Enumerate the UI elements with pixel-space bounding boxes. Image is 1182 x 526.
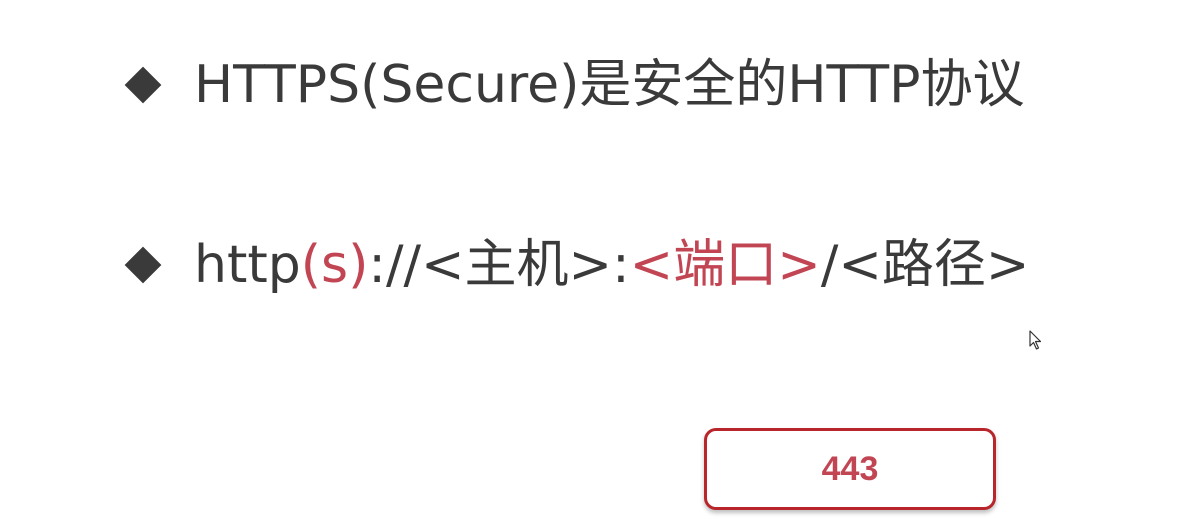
slide: HTTPS(Secure)是安全的HTTP协议 http(s)://<主机>:<… bbox=[0, 0, 1182, 526]
diamond-bullet-icon bbox=[124, 66, 162, 104]
port-answer-box: 443 bbox=[704, 428, 996, 510]
port-answer-value: 443 bbox=[821, 449, 879, 488]
bullet-line-url-format: http(s)://<主机>:<端口>/<路径> bbox=[120, 230, 1029, 300]
bullet-text: http(s)://<主机>:<端口>/<路径> bbox=[194, 239, 1029, 291]
diamond-bullet-icon bbox=[124, 246, 162, 284]
url-scheme-s-highlight: (s) bbox=[300, 235, 369, 295]
bullet-text-part: HTTPS(Secure)是安全的HTTP协议 bbox=[194, 55, 1025, 115]
url-port-highlight: <端口> bbox=[629, 235, 821, 295]
url-scheme: http bbox=[194, 235, 301, 295]
bullet-line-https-definition: HTTPS(Secure)是安全的HTTP协议 bbox=[120, 50, 1025, 120]
url-path: /<路径> bbox=[820, 235, 1030, 295]
url-host: ://<主机>: bbox=[368, 235, 630, 295]
bullet-text: HTTPS(Secure)是安全的HTTP协议 bbox=[194, 59, 1025, 111]
mouse-cursor-icon bbox=[1029, 330, 1042, 350]
